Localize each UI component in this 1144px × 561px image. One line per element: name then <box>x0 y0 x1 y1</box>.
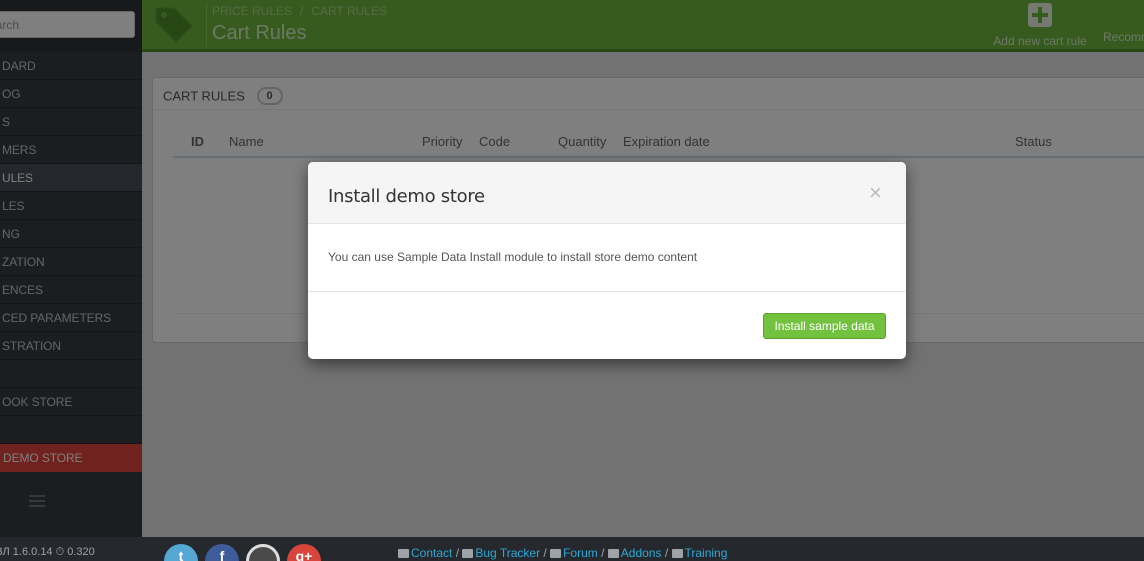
github-icon[interactable] <box>246 544 280 561</box>
footer-links: Contact / Bug Tracker / Forum / Addons /… <box>398 546 727 560</box>
footer-link-training[interactable]: Training <box>685 546 728 560</box>
modal-title: Install demo store <box>328 186 485 207</box>
close-icon[interactable]: × <box>869 182 882 204</box>
footer: t f g+ Contact / Bug Tracker / Forum / A… <box>142 537 1144 561</box>
footer-link-contact[interactable]: Contact <box>411 546 452 560</box>
comments-icon <box>550 549 562 559</box>
footer-link-bug-tracker[interactable]: Bug Tracker <box>475 546 540 560</box>
puzzle-icon <box>607 549 619 559</box>
google-plus-icon[interactable]: g+ <box>287 544 321 561</box>
bug-icon <box>462 549 474 559</box>
twitter-icon[interactable]: t <box>164 544 198 561</box>
envelope-icon <box>398 549 409 559</box>
version-text: ЗЛ 1.6.0.14 ⏱ 0.320 <box>0 546 95 558</box>
sidebar-version-info: ЗЛ 1.6.0.14 ⏱ 0.320 <box>0 537 142 561</box>
install-sample-data-button[interactable]: Install sample data <box>763 313 886 339</box>
modal-header: Install demo store × <box>308 162 906 224</box>
book-icon <box>671 549 683 559</box>
footer-link-addons[interactable]: Addons <box>621 546 662 560</box>
modal-body-text: You can use Sample Data Install module t… <box>328 250 698 264</box>
install-demo-store-modal: Install demo store × You can use Sample … <box>308 162 906 359</box>
footer-link-forum[interactable]: Forum <box>563 546 598 560</box>
facebook-icon[interactable]: f <box>205 544 239 561</box>
modal-footer: Install sample data <box>308 291 906 359</box>
